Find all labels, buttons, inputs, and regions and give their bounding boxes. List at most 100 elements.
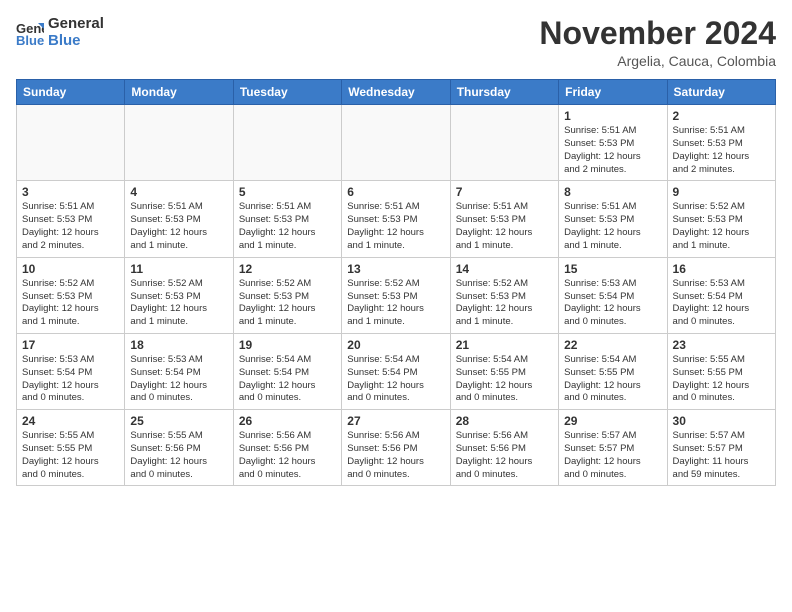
calendar-table: SundayMondayTuesdayWednesdayThursdayFrid… — [16, 79, 776, 486]
calendar-cell — [342, 105, 450, 181]
location-title: Argelia, Cauca, Colombia — [539, 53, 776, 69]
day-info: Sunrise: 5:51 AM Sunset: 5:53 PM Dayligh… — [456, 201, 553, 252]
day-info: Sunrise: 5:51 AM Sunset: 5:53 PM Dayligh… — [239, 201, 336, 252]
day-info: Sunrise: 5:52 AM Sunset: 5:53 PM Dayligh… — [130, 278, 227, 329]
day-number: 1 — [564, 109, 661, 123]
calendar-cell: 23Sunrise: 5:55 AM Sunset: 5:55 PM Dayli… — [667, 333, 775, 409]
day-info: Sunrise: 5:51 AM Sunset: 5:53 PM Dayligh… — [347, 201, 444, 252]
day-info: Sunrise: 5:51 AM Sunset: 5:53 PM Dayligh… — [673, 125, 770, 176]
day-number: 7 — [456, 185, 553, 199]
calendar-cell — [17, 105, 125, 181]
calendar-cell: 8 Sunrise: 5:51 AM Sunset: 5:53 PM Daylig… — [559, 181, 667, 257]
calendar-cell: 14Sunrise: 5:52 AM Sunset: 5:53 PM Dayli… — [450, 257, 558, 333]
day-info: Sunrise: 5:51 AM Sunset: 5:53 PM Dayligh… — [130, 201, 227, 252]
day-number: 16 — [673, 262, 770, 276]
day-info: Sunrise: 5:54 AM Sunset: 5:55 PM Dayligh… — [456, 354, 553, 405]
day-info: Sunrise: 5:52 AM Sunset: 5:53 PM Dayligh… — [673, 201, 770, 252]
day-info: Sunrise: 5:51 AM Sunset: 5:53 PM Dayligh… — [564, 201, 661, 252]
day-number: 23 — [673, 338, 770, 352]
weekday-header-wednesday: Wednesday — [342, 80, 450, 105]
day-info: Sunrise: 5:56 AM Sunset: 5:56 PM Dayligh… — [239, 430, 336, 481]
calendar-cell: 10 Sunrise: 5:52 AM Sunset: 5:53 PM Dayli… — [17, 257, 125, 333]
calendar-week-row: 10 Sunrise: 5:52 AM Sunset: 5:53 PM Dayli… — [17, 257, 776, 333]
day-number: 9 — [673, 185, 770, 199]
calendar-cell: 6 Sunrise: 5:51 AM Sunset: 5:53 PM Daylig… — [342, 181, 450, 257]
calendar-cell: 30 Sunrise: 5:57 AM Sunset: 5:57 PM Dayli… — [667, 410, 775, 486]
day-info: Sunrise: 5:55 AM Sunset: 5:55 PM Dayligh… — [22, 430, 119, 481]
calendar-cell: 11 Sunrise: 5:52 AM Sunset: 5:53 PM Dayli… — [125, 257, 233, 333]
day-info: Sunrise: 5:52 AM Sunset: 5:53 PM Dayligh… — [347, 278, 444, 329]
calendar-week-row: 24 Sunrise: 5:55 AM Sunset: 5:55 PM Dayli… — [17, 410, 776, 486]
calendar-cell: 16 Sunrise: 5:53 AM Sunset: 5:54 PM Dayli… — [667, 257, 775, 333]
day-number: 4 — [130, 185, 227, 199]
calendar-cell — [125, 105, 233, 181]
day-info: Sunrise: 5:53 AM Sunset: 5:54 PM Dayligh… — [130, 354, 227, 405]
calendar-cell: 12Sunrise: 5:52 AM Sunset: 5:53 PM Dayli… — [233, 257, 341, 333]
day-info: Sunrise: 5:54 AM Sunset: 5:55 PM Dayligh… — [564, 354, 661, 405]
page-header: General Blue General Blue November 2024 … — [16, 16, 776, 69]
calendar-cell: 7 Sunrise: 5:51 AM Sunset: 5:53 PM Daylig… — [450, 181, 558, 257]
day-number: 25 — [130, 414, 227, 428]
calendar-header-row: SundayMondayTuesdayWednesdayThursdayFrid… — [17, 80, 776, 105]
calendar-cell: 21 Sunrise: 5:54 AM Sunset: 5:55 PM Dayli… — [450, 333, 558, 409]
day-number: 30 — [673, 414, 770, 428]
day-number: 10 — [22, 262, 119, 276]
title-block: November 2024 Argelia, Cauca, Colombia — [539, 16, 776, 69]
calendar-cell: 1 Sunrise: 5:51 AM Sunset: 5:53 PM Daylig… — [559, 105, 667, 181]
weekday-header-thursday: Thursday — [450, 80, 558, 105]
day-number: 19 — [239, 338, 336, 352]
calendar-cell: 25 Sunrise: 5:55 AM Sunset: 5:56 PM Dayli… — [125, 410, 233, 486]
day-number: 11 — [130, 262, 227, 276]
calendar-cell: 17Sunrise: 5:53 AM Sunset: 5:54 PM Dayli… — [17, 333, 125, 409]
day-number: 21 — [456, 338, 553, 352]
day-info: Sunrise: 5:56 AM Sunset: 5:56 PM Dayligh… — [456, 430, 553, 481]
month-title: November 2024 — [539, 16, 776, 51]
svg-text:Blue: Blue — [16, 33, 44, 47]
calendar-week-row: 1 Sunrise: 5:51 AM Sunset: 5:53 PM Daylig… — [17, 105, 776, 181]
weekday-header-sunday: Sunday — [17, 80, 125, 105]
calendar-week-row: 17Sunrise: 5:53 AM Sunset: 5:54 PM Dayli… — [17, 333, 776, 409]
day-info: Sunrise: 5:52 AM Sunset: 5:53 PM Dayligh… — [22, 278, 119, 329]
day-info: Sunrise: 5:57 AM Sunset: 5:57 PM Dayligh… — [564, 430, 661, 481]
day-number: 15 — [564, 262, 661, 276]
day-number: 24 — [22, 414, 119, 428]
day-info: Sunrise: 5:53 AM Sunset: 5:54 PM Dayligh… — [564, 278, 661, 329]
weekday-header-friday: Friday — [559, 80, 667, 105]
logo-icon: General Blue — [16, 19, 44, 47]
calendar-cell: 19 Sunrise: 5:54 AM Sunset: 5:54 PM Dayli… — [233, 333, 341, 409]
logo-line2: Blue — [48, 33, 104, 50]
calendar-cell: 27Sunrise: 5:56 AM Sunset: 5:56 PM Dayli… — [342, 410, 450, 486]
weekday-header-tuesday: Tuesday — [233, 80, 341, 105]
day-number: 5 — [239, 185, 336, 199]
calendar-cell: 5 Sunrise: 5:51 AM Sunset: 5:53 PM Daylig… — [233, 181, 341, 257]
day-number: 6 — [347, 185, 444, 199]
calendar-cell: 4 Sunrise: 5:51 AM Sunset: 5:53 PM Daylig… — [125, 181, 233, 257]
calendar-cell: 29 Sunrise: 5:57 AM Sunset: 5:57 PM Dayli… — [559, 410, 667, 486]
day-info: Sunrise: 5:56 AM Sunset: 5:56 PM Dayligh… — [347, 430, 444, 481]
day-number: 20 — [347, 338, 444, 352]
weekday-header-saturday: Saturday — [667, 80, 775, 105]
day-number: 12 — [239, 262, 336, 276]
day-info: Sunrise: 5:54 AM Sunset: 5:54 PM Dayligh… — [239, 354, 336, 405]
day-number: 13 — [347, 262, 444, 276]
day-number: 29 — [564, 414, 661, 428]
day-info: Sunrise: 5:55 AM Sunset: 5:56 PM Dayligh… — [130, 430, 227, 481]
day-info: Sunrise: 5:57 AM Sunset: 5:57 PM Dayligh… — [673, 430, 770, 481]
logo-line1: General — [48, 16, 104, 33]
calendar-cell: 26Sunrise: 5:56 AM Sunset: 5:56 PM Dayli… — [233, 410, 341, 486]
day-number: 8 — [564, 185, 661, 199]
day-number: 3 — [22, 185, 119, 199]
calendar-cell: 3 Sunrise: 5:51 AM Sunset: 5:53 PM Daylig… — [17, 181, 125, 257]
day-info: Sunrise: 5:51 AM Sunset: 5:53 PM Dayligh… — [564, 125, 661, 176]
calendar-cell — [233, 105, 341, 181]
day-number: 14 — [456, 262, 553, 276]
calendar-cell: 24 Sunrise: 5:55 AM Sunset: 5:55 PM Dayli… — [17, 410, 125, 486]
calendar-cell: 28Sunrise: 5:56 AM Sunset: 5:56 PM Dayli… — [450, 410, 558, 486]
day-number: 18 — [130, 338, 227, 352]
calendar-week-row: 3 Sunrise: 5:51 AM Sunset: 5:53 PM Daylig… — [17, 181, 776, 257]
calendar-cell: 22Sunrise: 5:54 AM Sunset: 5:55 PM Dayli… — [559, 333, 667, 409]
day-info: Sunrise: 5:51 AM Sunset: 5:53 PM Dayligh… — [22, 201, 119, 252]
day-info: Sunrise: 5:53 AM Sunset: 5:54 PM Dayligh… — [673, 278, 770, 329]
weekday-header-monday: Monday — [125, 80, 233, 105]
calendar-cell: 13 Sunrise: 5:52 AM Sunset: 5:53 PM Dayli… — [342, 257, 450, 333]
